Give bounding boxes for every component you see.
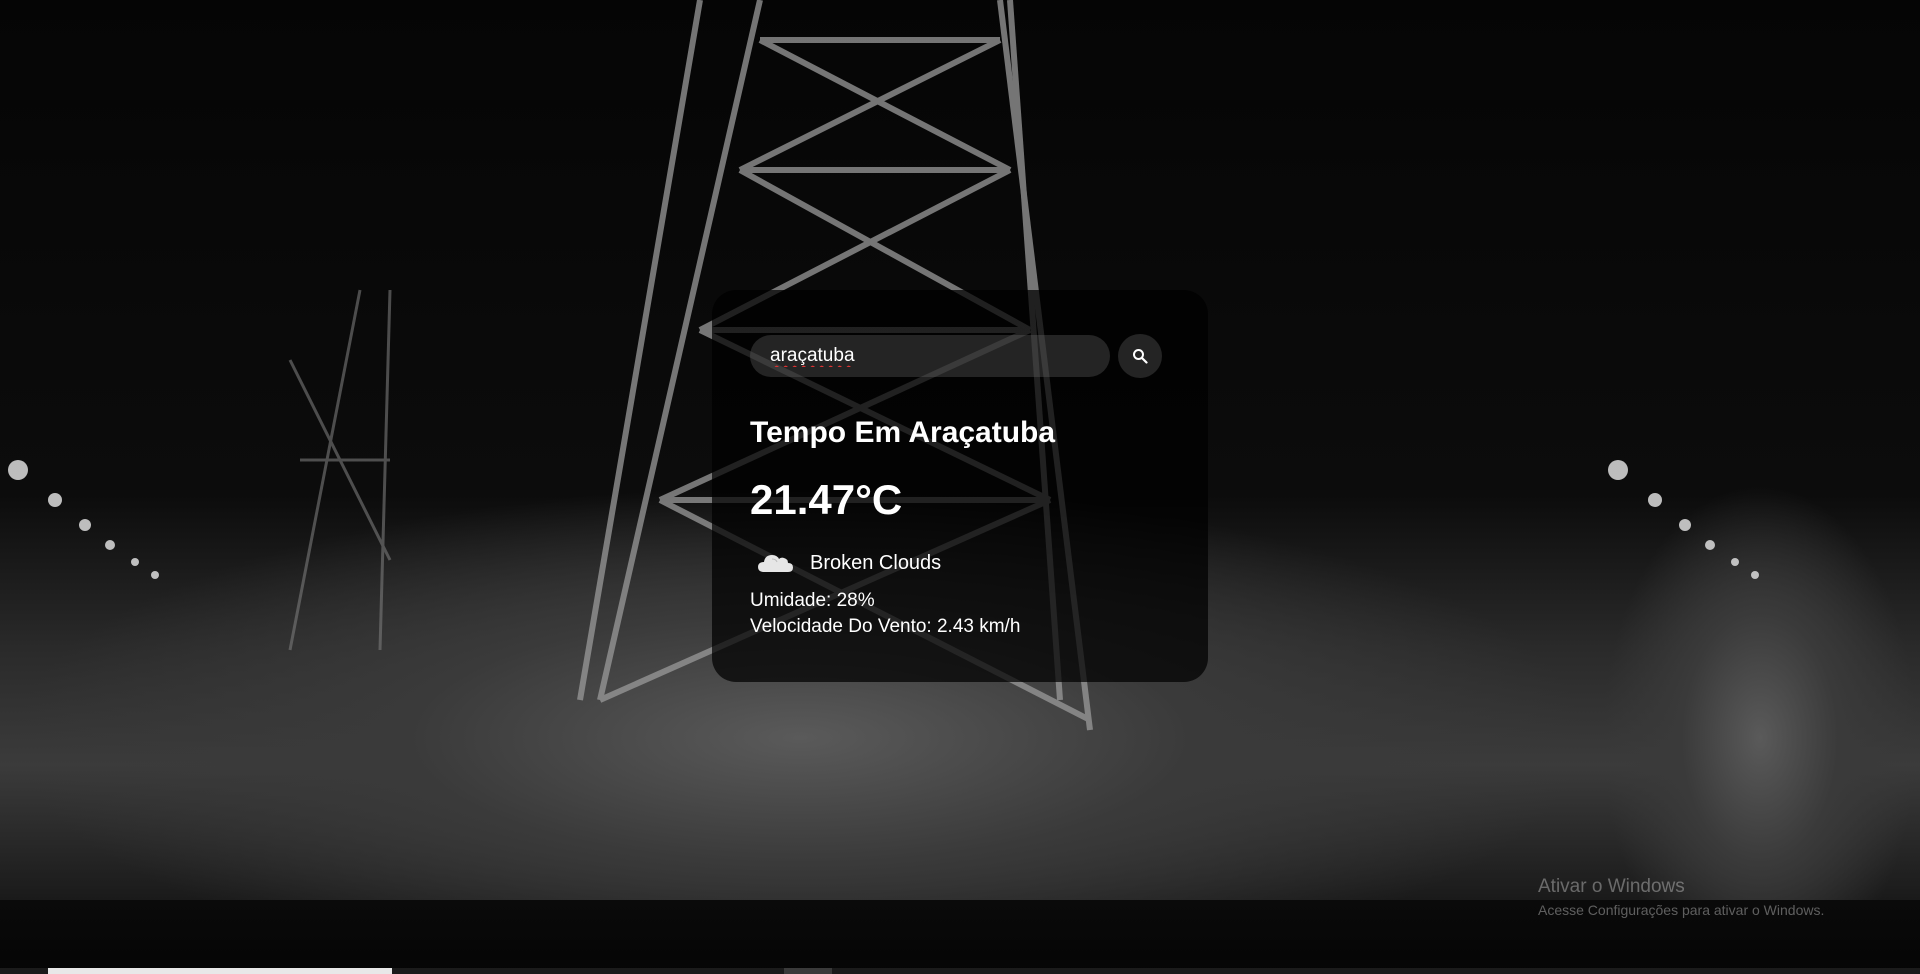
weather-description: Broken Clouds [810,551,942,574]
background-tile [1600,0,1920,900]
watermark-title: Ativar o Windows [1538,876,1685,897]
temperature: 21.47°C [750,476,903,523]
watermark-subtitle: Acesse Configurações para ativar o Windo… [1538,902,1825,918]
bottom-scrollbar-thumb[interactable] [48,968,392,974]
weather-description-row: Broken Clouds [750,542,1170,584]
search-icon [1133,349,1148,364]
search-input[interactable] [750,335,1110,377]
search-bar [750,334,1170,378]
cloud-icon [758,555,793,572]
wind-speed: Velocidade Do Vento: 2.43 km/h [750,616,1021,637]
city-title: Tempo Em Araçatuba [750,416,1056,449]
search-button[interactable] [1118,334,1162,378]
streetlights-image [1608,460,1759,579]
bottom-scrollbar-segment [784,968,832,974]
weather-card: Tempo Em Araçatuba 21.47°C Broken Clouds… [712,290,1208,682]
windows-activation-watermark: Ativar o Windows Acesse Configurações pa… [1538,876,1824,918]
humidity: Umidade: 28% [750,590,875,611]
